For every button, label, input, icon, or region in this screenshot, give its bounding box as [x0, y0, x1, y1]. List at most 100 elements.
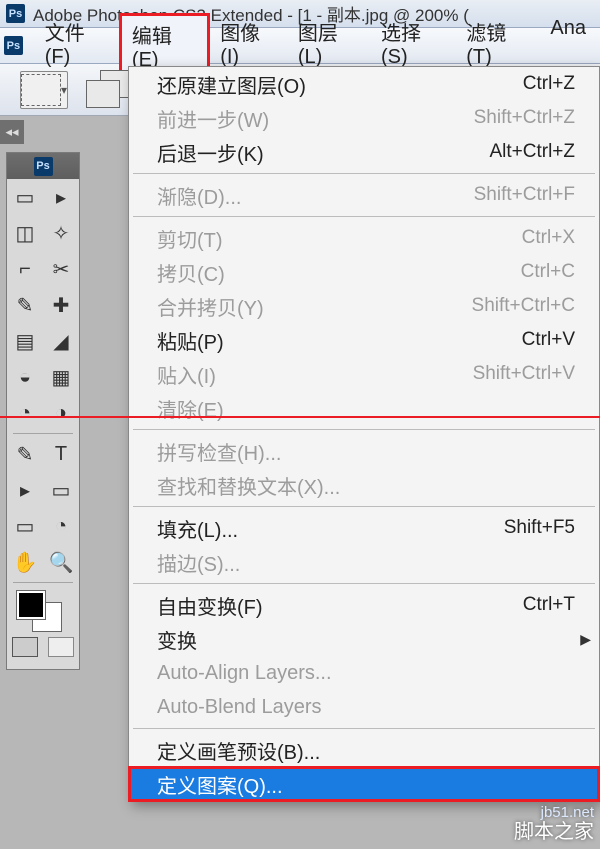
menu-item-label: 剪切(T)	[157, 224, 223, 253]
tool-1[interactable]: ▸	[43, 179, 79, 215]
watermark: jb51.net 脚本之家	[514, 805, 594, 844]
menu-item: 查找和替换文本(X)...	[129, 468, 599, 502]
menu-shortcut: Ctrl+Z	[523, 73, 575, 95]
menu-shortcut: Ctrl+C	[521, 261, 575, 283]
menu-shortcut: Shift+Ctrl+F	[474, 184, 575, 206]
menu-item-label: 查找和替换文本(X)...	[157, 471, 340, 500]
menu-separator	[133, 728, 595, 729]
tool-icon: ✎	[17, 293, 34, 318]
tool-icon: ✎	[17, 442, 34, 467]
tool-16[interactable]: ▸	[7, 472, 43, 508]
panel-collapse-tab[interactable]: ◂◂	[0, 120, 24, 144]
tool-preset-picker[interactable]: ▾	[20, 71, 68, 109]
tool-icon: ◑	[55, 402, 67, 425]
tool-15[interactable]: T	[43, 436, 79, 472]
menu-item[interactable]: 定义画笔预设(B)...	[129, 733, 599, 767]
menu-item[interactable]: 自由变换(F) Ctrl+T	[129, 588, 599, 622]
edit-menu-dropdown: 还原建立图层(O) Ctrl+Z 前进一步(W)Shift+Ctrl+Z后退一步(K…	[128, 66, 600, 802]
menu-item: 渐隐(D)...Shift+Ctrl+F	[129, 178, 599, 212]
menu-item-label: 合并拷贝(Y)	[157, 292, 264, 321]
menu-item[interactable]: 定义图案(Q)...	[129, 767, 599, 801]
tool-icon: ✋	[13, 550, 38, 575]
menu-item: 清除(E)	[129, 391, 599, 425]
marquee-icon	[21, 74, 61, 106]
menu-shortcut: Shift+Ctrl+C	[472, 295, 575, 317]
tool-0[interactable]: ▭	[7, 179, 43, 215]
tool-icon: ◫	[16, 221, 35, 246]
menu-item-label: Auto-Blend Layers	[157, 696, 322, 719]
tool-10[interactable]: ◒	[7, 359, 43, 395]
menu-item: 描边(S)...	[129, 545, 599, 579]
tool-5[interactable]: ✂	[43, 251, 79, 287]
menu-bar: Ps 文件(F)编辑(E)图像(I)图层(L)选择(S)滤镜(T)Ana	[0, 28, 600, 64]
tool-18[interactable]: ▭	[7, 508, 43, 544]
fg-color[interactable]	[17, 591, 45, 619]
tool-21[interactable]: 🔍	[43, 544, 79, 580]
menu-shortcut: Ctrl+T	[523, 594, 575, 616]
menu-item-label: 自由变换(F)	[157, 591, 263, 620]
tool-2[interactable]: ◫	[7, 215, 43, 251]
tool-4[interactable]: ⌐	[7, 251, 43, 287]
menu-item: 贴入(I)Shift+Ctrl+V	[129, 357, 599, 391]
tool-icon: ▭	[16, 514, 35, 539]
ps-icon: Ps	[34, 157, 53, 176]
chevron-left-icon: ◂◂	[5, 124, 18, 140]
tool-11[interactable]: ▦	[43, 359, 79, 395]
menu-item: 拷贝(C)Ctrl+C	[129, 255, 599, 289]
menu-item-label: 定义画笔预设(B)...	[157, 736, 320, 765]
menu-item-label: 前进一步(W)	[157, 104, 269, 133]
divider	[13, 582, 73, 583]
menu-shortcut: Shift+F5	[504, 517, 575, 539]
tool-6[interactable]: ✎	[7, 287, 43, 323]
menu-item-label: 还原建立图层(O)	[157, 70, 306, 99]
chevron-right-icon: ▶	[580, 631, 591, 648]
tool-icon: ▸	[20, 478, 30, 503]
tool-icon: ◢	[53, 329, 68, 354]
menu-item-label: Auto-Align Layers...	[157, 662, 332, 685]
app-icon-menubar[interactable]: Ps	[4, 36, 23, 55]
tools-panel: Ps ▭▸◫✧⌐✂✎✚▤◢◒▦◔◑✎T▸▭▭◔✋🔍	[6, 152, 80, 670]
tool-icon: ▸	[56, 185, 66, 210]
menu-item[interactable]: 变换▶	[129, 622, 599, 656]
menu-item-label: 描边(S)...	[157, 548, 240, 577]
menu-item[interactable]: 粘贴(P)Ctrl+V	[129, 323, 599, 357]
tool-3[interactable]: ✧	[43, 215, 79, 251]
menu-separator	[133, 583, 595, 584]
quickmask-row	[7, 633, 79, 661]
tool-icon: ▦	[52, 365, 71, 390]
menu-item[interactable]: 还原建立图层(O) Ctrl+Z	[129, 67, 599, 101]
menu-separator	[133, 173, 595, 174]
tool-13[interactable]: ◑	[43, 395, 79, 431]
tool-12[interactable]: ◔	[7, 395, 43, 431]
menu-item: 剪切(T) Ctrl+X	[129, 221, 599, 255]
menu-item[interactable]: 后退一步(K)Alt+Ctrl+Z	[129, 135, 599, 169]
tool-icon: ✚	[53, 293, 70, 318]
menu-item-label: 贴入(I)	[157, 360, 216, 389]
tool-7[interactable]: ✚	[43, 287, 79, 323]
tools-header[interactable]: Ps	[7, 153, 79, 179]
menu-item-label: 定义图案(Q)...	[157, 770, 283, 799]
menu-separator	[133, 216, 595, 217]
tool-19[interactable]: ◔	[43, 508, 79, 544]
tool-icon: ⌐	[19, 258, 31, 281]
tool-9[interactable]: ◢	[43, 323, 79, 359]
annotation-line	[0, 416, 600, 418]
tool-icon: ◔	[19, 402, 31, 425]
menu-item[interactable]: 填充(L)... Shift+F5	[129, 511, 599, 545]
standard-mode[interactable]	[12, 637, 38, 657]
dropdown-icon: ▾	[61, 83, 67, 97]
selection-box-icon	[86, 80, 120, 108]
tool-icon: T	[55, 443, 67, 466]
tool-20[interactable]: ✋	[7, 544, 43, 580]
tool-17[interactable]: ▭	[43, 472, 79, 508]
watermark-text: 脚本之家	[514, 821, 594, 843]
watermark-url: jb51.net	[541, 805, 594, 822]
menu-shortcut: Alt+Ctrl+Z	[489, 141, 575, 163]
menu-item-label: 填充(L)...	[157, 514, 238, 543]
quickmask-mode[interactable]	[48, 637, 74, 657]
tool-14[interactable]: ✎	[7, 436, 43, 472]
color-swatch[interactable]	[7, 585, 79, 633]
menu-shortcut: Ctrl+X	[522, 227, 575, 249]
tool-8[interactable]: ▤	[7, 323, 43, 359]
menu-item: 前进一步(W)Shift+Ctrl+Z	[129, 101, 599, 135]
